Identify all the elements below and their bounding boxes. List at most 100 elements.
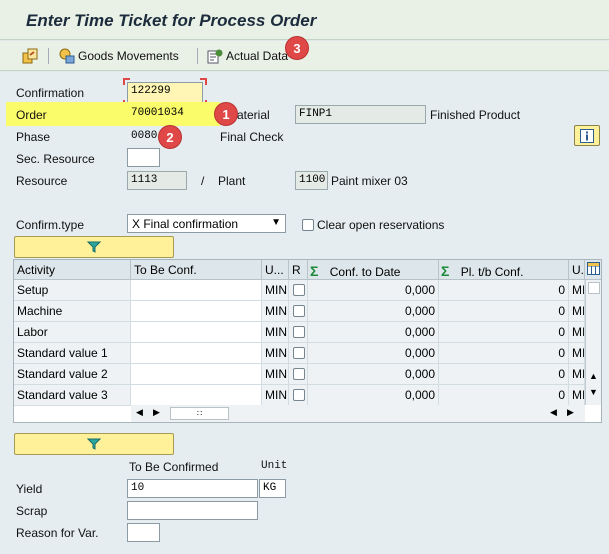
confirm-type-value: X Final confirmation xyxy=(132,217,239,231)
page-title: Enter Time Ticket for Process Order xyxy=(26,11,317,30)
confirm-type-label: Confirm.type xyxy=(16,218,85,232)
copy-document-icon xyxy=(22,48,38,64)
cell-conf-to-date: 0,000 xyxy=(308,322,439,343)
plant-field: 1100 xyxy=(295,171,328,190)
cell-activity: Labor xyxy=(14,322,131,343)
col-header-unit-2[interactable]: U. xyxy=(569,260,585,280)
material-label: aterial xyxy=(237,108,270,122)
scroll-up-icon[interactable]: ▲ xyxy=(589,371,598,381)
col-header-activity[interactable]: Activity xyxy=(14,260,131,280)
cell-activity: Standard value 1 xyxy=(14,343,131,364)
cell-unit: MIN xyxy=(262,280,289,301)
sum-icon: Σ xyxy=(310,263,319,279)
cell-to-be-conf[interactable] xyxy=(131,343,262,364)
toolbar-separator xyxy=(48,48,49,64)
cell-reduce xyxy=(289,364,308,385)
application-toolbar: Goods Movements Actual Data 3 xyxy=(0,37,609,71)
col-header-to-be-conf[interactable]: To Be Conf. xyxy=(131,260,262,280)
reduce-checkbox[interactable] xyxy=(293,347,305,359)
cell-to-be-conf[interactable] xyxy=(131,280,262,301)
h-scroll-thumb[interactable]: ∷ xyxy=(170,407,229,420)
goods-movements-button[interactable]: Goods Movements xyxy=(59,47,179,65)
cell-to-be-conf[interactable] xyxy=(131,385,262,406)
callout-badge-3: 3 xyxy=(286,37,308,59)
horizontal-scrollbar[interactable]: ◀ ▶ ∷ ◀ ▶ xyxy=(131,405,585,422)
cell-unit: MIN xyxy=(262,322,289,343)
scroll-thumb[interactable] xyxy=(588,282,600,294)
cell-unit-2: MI xyxy=(569,343,585,364)
goods-movements-label: Goods Movements xyxy=(78,49,179,63)
yield-field[interactable]: 10 xyxy=(127,479,258,498)
cell-unit: MIN xyxy=(262,385,289,406)
cell-conf-to-date: 0,000 xyxy=(308,343,439,364)
column-config-button[interactable] xyxy=(585,260,601,280)
phase-label: Phase xyxy=(16,130,51,144)
scroll-down-icon[interactable]: ▼ xyxy=(589,387,598,397)
reduce-checkbox[interactable] xyxy=(293,326,305,338)
cell-to-be-conf[interactable] xyxy=(131,322,262,343)
cell-unit-2: MI xyxy=(569,301,585,322)
cell-unit: MIN xyxy=(262,301,289,322)
table-settings-icon xyxy=(587,262,600,275)
filter-icon xyxy=(87,241,101,253)
order-field[interactable]: 70001034 xyxy=(127,104,217,123)
reduce-checkbox[interactable] xyxy=(293,389,305,401)
cell-reduce xyxy=(289,301,308,322)
confirm-type-dropdown[interactable]: X Final confirmation ▼ xyxy=(127,214,286,233)
col-header-unit[interactable]: U... xyxy=(262,260,289,280)
reduce-checkbox[interactable] xyxy=(293,284,305,296)
phase-field[interactable]: 0080 xyxy=(127,127,161,146)
cell-pl-tb-conf: 0 xyxy=(439,364,569,385)
sum-icon: Σ xyxy=(441,263,450,279)
cell-conf-to-date: 0,000 xyxy=(308,301,439,322)
reason-field[interactable] xyxy=(127,523,160,542)
title-bar: Enter Time Ticket for Process Order xyxy=(0,0,609,40)
scroll-right-end-icon[interactable]: ▶ xyxy=(567,407,574,418)
goods-movements-icon xyxy=(59,48,75,64)
other-order-button[interactable] xyxy=(22,47,38,65)
cell-reduce xyxy=(289,280,308,301)
yield-unit-field[interactable]: KG xyxy=(259,479,286,498)
material-description: Finished Product xyxy=(430,108,521,122)
quantity-select-button[interactable] xyxy=(14,433,174,455)
reduce-checkbox[interactable] xyxy=(293,305,305,317)
cell-pl-tb-conf: 0 xyxy=(439,280,569,301)
sec-resource-label: Sec. Resource xyxy=(16,152,95,166)
clear-reservations-checkbox[interactable] xyxy=(302,219,314,231)
filter-icon xyxy=(87,438,101,450)
resource-plant-separator: / xyxy=(201,174,205,188)
scrap-label: Scrap xyxy=(16,504,48,518)
cell-activity: Standard value 3 xyxy=(14,385,131,406)
col-header-conf-to-date[interactable]: Σ Conf. to Date xyxy=(308,260,439,280)
grid-select-button[interactable] xyxy=(14,236,174,258)
cell-activity: Setup xyxy=(14,280,131,301)
scroll-left-icon[interactable]: ◀ xyxy=(136,407,143,418)
order-label: Order xyxy=(16,108,47,122)
cell-reduce xyxy=(289,385,308,406)
phase-description: Final Check xyxy=(220,130,284,144)
cell-unit: MIN xyxy=(262,343,289,364)
cell-activity: Machine xyxy=(14,301,131,322)
chevron-down-icon: ▼ xyxy=(271,217,281,228)
reduce-checkbox[interactable] xyxy=(293,368,305,380)
actual-data-icon xyxy=(207,49,223,64)
clear-reservations-label: Clear open reservations xyxy=(317,218,445,232)
info-button[interactable] xyxy=(574,125,600,146)
actual-data-button[interactable]: Actual Data xyxy=(207,47,288,65)
cell-to-be-conf[interactable] xyxy=(131,301,262,322)
cell-unit-2: MI xyxy=(569,322,585,343)
callout-badge-1: 1 xyxy=(215,103,237,125)
col-header-pl-tb-conf-label: Pl. t/b Conf. xyxy=(460,265,524,279)
scrap-field[interactable] xyxy=(127,501,258,520)
sec-resource-field[interactable] xyxy=(127,148,160,167)
col-header-pl-tb-conf[interactable]: Σ Pl. t/b Conf. xyxy=(439,260,569,280)
vertical-scrollbar[interactable]: ▲ ▼ xyxy=(585,280,601,405)
to-be-confirmed-header: To Be Confirmed xyxy=(129,460,219,474)
scroll-right-icon[interactable]: ▶ xyxy=(153,407,160,418)
col-header-conf-to-date-label: Conf. to Date xyxy=(329,265,401,279)
cell-to-be-conf[interactable] xyxy=(131,364,262,385)
toolbar-separator xyxy=(197,48,198,64)
cell-pl-tb-conf: 0 xyxy=(439,385,569,406)
col-header-reduce[interactable]: R xyxy=(289,260,308,280)
scroll-left-end-icon[interactable]: ◀ xyxy=(550,407,557,418)
